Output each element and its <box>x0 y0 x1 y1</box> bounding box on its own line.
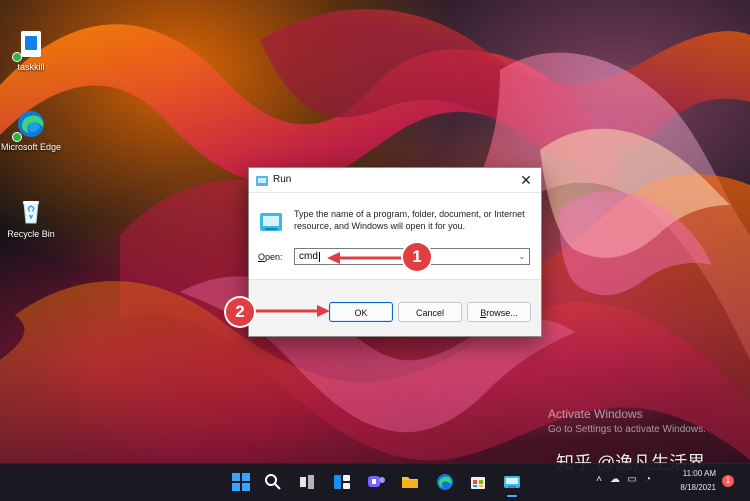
activation-subtitle: Go to Settings to activate Windows. <box>548 424 706 435</box>
open-input-value: cmd <box>299 251 318 262</box>
clock-time[interactable]: 11:00 AM <box>646 469 716 478</box>
browse-button[interactable]: Browse... <box>467 302 531 322</box>
task-view-icon <box>300 475 314 489</box>
dialog-description: Type the name of a program, folder, docu… <box>294 209 525 231</box>
taskbar: ˄ ☁ ▭ ◔ 11:00 AM 8/18/2021 1 <box>0 463 750 501</box>
open-label-mnemonic: O <box>258 252 266 262</box>
cancel-button-label: Cancel <box>415 308 444 318</box>
run-program-icon <box>259 211 283 238</box>
widgets-icon <box>334 475 350 489</box>
chat-icon <box>368 476 385 487</box>
annotation-step-1: 1 <box>403 243 431 271</box>
edge-icon <box>437 474 453 490</box>
document-icon <box>12 28 47 62</box>
file-explorer-button[interactable] <box>400 472 420 492</box>
arrow-1-icon <box>327 252 402 264</box>
clock-date[interactable]: 8/18/2021 <box>646 483 716 492</box>
task-view-button[interactable] <box>297 472 317 492</box>
desktop-icon-label: Recycle Bin <box>7 229 55 239</box>
dialog-titlebar[interactable]: Run ✕ <box>249 168 541 193</box>
network-icon[interactable]: ▭ <box>626 474 638 486</box>
ok-button-label: OK <box>354 308 368 318</box>
open-label-text: pen: <box>265 252 283 262</box>
cancel-button[interactable]: Cancel <box>398 302 462 322</box>
run-taskbar-button[interactable] <box>502 472 522 497</box>
edge-taskbar-button[interactable] <box>435 472 455 492</box>
chevron-up-icon[interactable]: ˄ <box>593 474 605 486</box>
dialog-title: Run <box>273 174 292 185</box>
search-icon <box>265 474 281 490</box>
checkmark-icon <box>12 52 22 62</box>
desktop-icon-recycle-bin[interactable]: Recycle Bin <box>0 195 62 240</box>
browse-button-label: rowse... <box>486 308 518 318</box>
open-label: Open: <box>258 252 283 262</box>
checkmark-icon <box>12 132 22 142</box>
close-icon[interactable]: ✕ <box>519 173 533 187</box>
folder-icon <box>402 477 418 488</box>
edge-icon <box>12 108 47 142</box>
recycle-bin-icon <box>15 195 47 227</box>
teams-button[interactable] <box>366 472 386 492</box>
chevron-down-icon[interactable]: ⌄ <box>517 251 527 263</box>
desktop-icon-label: Microsoft Edge <box>0 142 62 152</box>
desktop-icon-taskkill[interactable]: taskkill <box>0 28 62 73</box>
text-caret <box>319 252 320 262</box>
widgets-button[interactable] <box>332 472 352 492</box>
activation-notice: Activate Windows Go to Settings to activ… <box>548 407 706 436</box>
run-icon <box>255 174 269 192</box>
activation-title: Activate Windows <box>548 407 643 421</box>
store-button[interactable] <box>468 472 488 492</box>
annotation-step-2: 2 <box>226 298 254 326</box>
ok-button[interactable]: OK <box>329 302 393 322</box>
notification-badge[interactable]: 1 <box>722 475 734 487</box>
windows-icon <box>232 473 250 491</box>
start-button[interactable] <box>231 472 251 492</box>
cloud-icon[interactable]: ☁ <box>609 474 621 486</box>
run-icon <box>504 476 520 488</box>
search-button[interactable] <box>263 472 283 492</box>
store-icon <box>471 477 485 489</box>
desktop-icon-label: taskkill <box>17 62 45 72</box>
desktop-icon-microsoft-edge[interactable]: Microsoft Edge <box>0 108 62 153</box>
arrow-2-icon <box>255 305 330 317</box>
